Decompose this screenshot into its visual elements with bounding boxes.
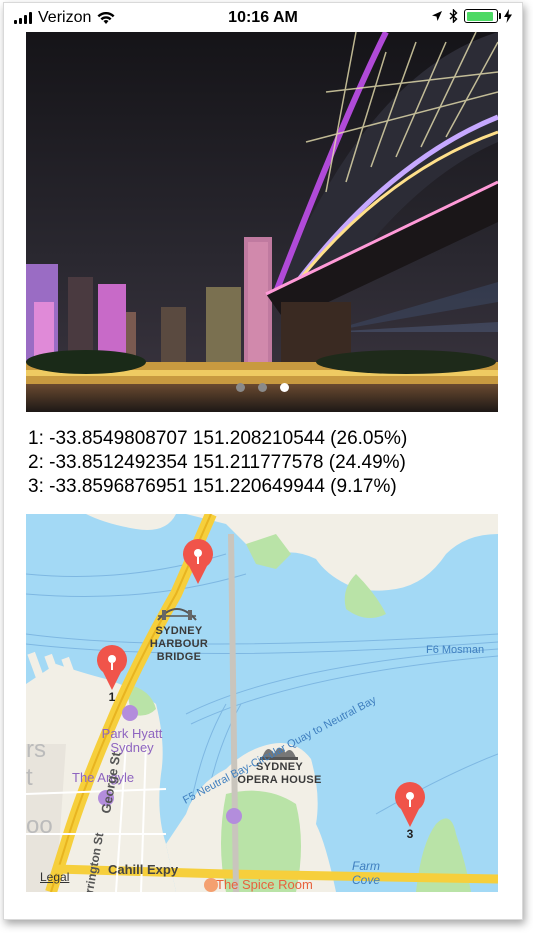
label-park-hyatt[interactable]: Park Hyatt Sydney bbox=[96, 727, 168, 755]
battery-fill bbox=[466, 11, 493, 21]
carousel-page-indicator[interactable] bbox=[26, 383, 498, 392]
harbour-bridge-photo bbox=[26, 32, 498, 412]
map-pin[interactable] bbox=[179, 536, 217, 586]
photo-carousel[interactable] bbox=[26, 32, 498, 412]
battery-icon bbox=[464, 9, 501, 23]
label-spice-room[interactable]: The Spice Room bbox=[216, 877, 313, 892]
page-dot-3[interactable] bbox=[279, 383, 289, 392]
map-pin-label: 3 bbox=[406, 827, 414, 841]
results-list: 1: -33.8549808707 151.208210544 (26.05%)… bbox=[28, 427, 407, 499]
hotel-icon bbox=[122, 705, 138, 721]
bluetooth-icon bbox=[449, 9, 458, 23]
status-right bbox=[431, 9, 512, 23]
bridge-landmark-icon bbox=[156, 602, 198, 622]
label-rs: rs bbox=[26, 736, 46, 763]
charging-bolt-icon bbox=[504, 9, 512, 23]
map-pin-1[interactable] bbox=[93, 642, 131, 692]
phone-screen: Verizon 10:16 AM 1: -33.8549808707 151.2… bbox=[3, 2, 523, 920]
label-cahill-expy: Cahill Expy bbox=[108, 862, 179, 877]
label-f6-mosman: F6 Mosman bbox=[426, 644, 485, 656]
label-oo: oo bbox=[26, 812, 53, 839]
result-line: 2: -33.8512492354 151.211777578 (24.49%) bbox=[28, 452, 406, 473]
label-t: t bbox=[26, 764, 33, 791]
map-view[interactable]: SYDNEY HARBOUR BRIDGE SYDNEY OPERA HOUSE… bbox=[26, 514, 498, 892]
legal-link[interactable]: Legal bbox=[40, 870, 69, 884]
location-arrow-icon bbox=[432, 11, 442, 21]
map-pin-3[interactable] bbox=[391, 779, 429, 829]
label-farm-cove: Farm Cove bbox=[352, 859, 381, 887]
page-dot-2[interactable] bbox=[257, 383, 267, 392]
status-bar: Verizon 10:16 AM bbox=[4, 3, 522, 33]
page-dot-1[interactable] bbox=[235, 383, 245, 392]
result-line: 3: -33.8596876951 151.220649944 (9.17%) bbox=[28, 476, 397, 497]
restaurant-icon bbox=[204, 878, 218, 892]
theater-icon bbox=[226, 808, 242, 824]
label-harbour-bridge: SYDNEY HARBOUR BRIDGE bbox=[149, 625, 209, 663]
map-pin-label: 1 bbox=[108, 690, 116, 704]
result-line: 1: -33.8549808707 151.208210544 (26.05%) bbox=[28, 428, 408, 449]
